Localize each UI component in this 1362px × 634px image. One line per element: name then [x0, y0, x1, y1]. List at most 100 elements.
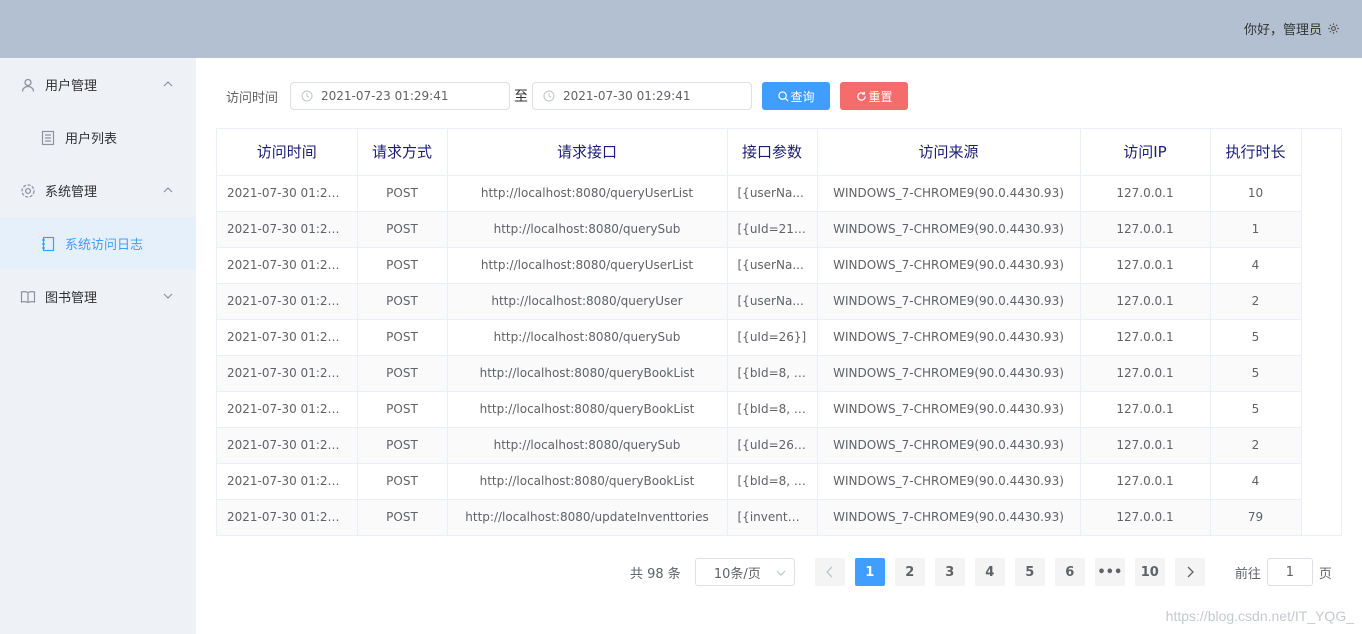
start-date-picker[interactable]: 2021-07-23 01:29:41 — [290, 82, 511, 110]
filter-bar: 访问时间 2021-07-23 01:29:41 至 2021-07-30 01… — [226, 82, 909, 110]
sidebar-item-user-list[interactable]: 用户列表 — [0, 111, 196, 164]
page-button[interactable]: 2 — [894, 558, 925, 586]
column-header[interactable]: 访问时间 — [217, 129, 358, 176]
table-cell: POST — [357, 319, 448, 356]
search-icon — [777, 90, 789, 102]
menu-book-management[interactable]: 图书管理 — [0, 270, 196, 323]
table-cell: WINDOWS_7-CHROME9(90.0.4430.93) — [817, 211, 1081, 248]
table-row[interactable]: 2021-07-30 01:29:26 POST http://localhost:… — [217, 247, 1302, 284]
table-cell: http://localhost:8080/queryUser — [447, 283, 728, 320]
end-date-picker[interactable]: 2021-07-30 01:29:41 — [532, 82, 753, 110]
goto-page-input[interactable]: 1 — [1266, 558, 1313, 586]
table-cell: http://localhost:8080/queryUserList — [447, 247, 728, 284]
table-cell: 127.0.0.1 — [1080, 283, 1211, 320]
table-cell: 127.0.0.1 — [1080, 355, 1211, 392]
table-header-row: 访问时间 请求方式 请求接口 接口参数 访问来源 访问IP 执行时长 — [217, 129, 1302, 176]
table-row[interactable]: 2021-07-30 01:29:28 POST http://localhost:… — [217, 175, 1302, 212]
column-header[interactable]: 请求方式 — [357, 129, 448, 176]
table-cell: 2 — [1210, 427, 1302, 464]
start-date-value: 2021-07-23 01:29:41 — [321, 89, 449, 103]
page-button[interactable]: 6 — [1054, 558, 1085, 586]
chevron-down-icon — [776, 570, 786, 576]
chevron-right-icon — [1187, 566, 1194, 578]
table-cell: 127.0.0.1 — [1080, 391, 1211, 428]
page-button[interactable]: 3 — [934, 558, 965, 586]
table-cell: 79 — [1210, 499, 1302, 535]
table-row[interactable]: 2021-07-30 01:28:48 POST http://localhost:… — [217, 499, 1302, 535]
page-button[interactable]: 4 — [974, 558, 1005, 586]
table-cell: 5 — [1210, 355, 1302, 392]
document-icon — [40, 130, 56, 146]
table-row[interactable]: 2021-07-30 01:28:49 POST http://localhost:… — [217, 463, 1302, 500]
page-button[interactable]: 1 — [854, 558, 885, 586]
page-button[interactable]: 5 — [1014, 558, 1045, 586]
submenu-label: 用户列表 — [65, 132, 118, 147]
table-cell: http://localhost:8080/queryUserList — [447, 175, 728, 212]
watermark: https://blog.csdn.net/IT_YQG_ — [1165, 608, 1354, 624]
column-header[interactable]: 访问来源 — [817, 129, 1081, 176]
table-cell: POST — [357, 247, 448, 284]
gear-icon — [20, 183, 36, 199]
next-page-button[interactable] — [1174, 558, 1205, 586]
table-cell: WINDOWS_7-CHROME9(90.0.4430.93) — [817, 499, 1081, 535]
table-cell: 2021-07-30 01:28:49 — [217, 463, 358, 500]
table-cell: http://localhost:8080/querySub — [447, 211, 728, 248]
table-cell: [{bId=8, p... — [727, 391, 818, 428]
menu-user-management[interactable]: 用户管理 — [0, 58, 196, 111]
table-row[interactable]: 2021-07-30 01:29:03 POST http://localhost:… — [217, 319, 1302, 356]
gear-icon[interactable] — [1327, 22, 1340, 35]
table-cell: 2021-07-30 01:29:24 — [217, 283, 358, 320]
date-separator: 至 — [514, 89, 529, 105]
table-cell: WINDOWS_7-CHROME9(90.0.4430.93) — [817, 463, 1081, 500]
table-cell: POST — [357, 499, 448, 535]
sidebar-item-access-log[interactable]: 系统访问日志 — [0, 217, 196, 270]
table-row[interactable]: 2021-07-30 01:28:49 POST http://localhost:… — [217, 427, 1302, 464]
table-row[interactable]: 2021-07-30 01:29:24 POST http://localhost:… — [217, 283, 1302, 320]
table-cell: POST — [357, 427, 448, 464]
reset-button-label: 重置 — [868, 89, 893, 104]
table-cell: 4 — [1210, 463, 1302, 500]
column-header[interactable]: 访问IP — [1080, 129, 1211, 176]
reset-button[interactable]: 重置 — [840, 82, 909, 110]
table-cell: [{userNa... — [727, 175, 818, 212]
column-header[interactable]: 接口参数 — [727, 129, 818, 176]
table-cell: WINDOWS_7-CHROME9(90.0.4430.93) — [817, 391, 1081, 428]
table-row[interactable]: 2021-07-30 01:29:03 POST http://localhost:… — [217, 391, 1302, 428]
column-header[interactable]: 请求接口 — [447, 129, 728, 176]
table-cell: POST — [357, 391, 448, 428]
page-size-select[interactable]: 10条/页 — [694, 558, 795, 586]
column-header[interactable]: 执行时长 — [1210, 129, 1302, 176]
table-cell: [{userNa... — [727, 283, 818, 320]
table-row[interactable]: 2021-07-30 01:29:03 POST http://localhost:… — [217, 355, 1302, 392]
top-header: 你好，管理员 — [0, 0, 1362, 58]
table-cell: http://localhost:8080/queryBookList — [447, 355, 728, 392]
page-button[interactable]: 10 — [1134, 558, 1165, 586]
search-button[interactable]: 查询 — [762, 82, 831, 110]
table-cell: [{uId=26, ... — [727, 427, 818, 464]
prev-page-button[interactable] — [814, 558, 845, 586]
table-cell: http://localhost:8080/querySub — [447, 319, 728, 356]
goto-suffix: 页 — [1318, 566, 1332, 582]
table-cell: 5 — [1210, 391, 1302, 428]
more-pages-button[interactable]: ••• — [1094, 558, 1125, 586]
table-cell: 1 — [1210, 211, 1302, 248]
table-cell: POST — [357, 283, 448, 320]
log-table: 访问时间 请求方式 请求接口 接口参数 访问来源 访问IP 执行时长 2021-… — [216, 128, 1342, 536]
table-cell: 127.0.0.1 — [1080, 319, 1211, 356]
menu-system-management[interactable]: 系统管理 — [0, 164, 196, 217]
table-cell: http://localhost:8080/queryBookList — [447, 463, 728, 500]
table-cell: WINDOWS_7-CHROME9(90.0.4430.93) — [817, 247, 1081, 284]
table-cell: 127.0.0.1 — [1080, 211, 1211, 248]
table-cell: [{bId=8, p... — [727, 355, 818, 392]
greeting-text: 你好，管理员 — [1243, 23, 1322, 38]
table-cell: WINDOWS_7-CHROME9(90.0.4430.93) — [817, 283, 1081, 320]
table-cell: POST — [357, 355, 448, 392]
total-count: 共 98 条 — [630, 566, 681, 582]
table-row[interactable]: 2021-07-30 01:29:27 POST http://localhost:… — [217, 211, 1302, 248]
user-greeting[interactable]: 你好，管理员 — [1244, 19, 1340, 38]
chevron-up-icon — [163, 187, 173, 193]
search-button-label: 查询 — [790, 89, 815, 104]
table-cell: 4 — [1210, 247, 1302, 284]
table-cell: 2021-07-30 01:29:26 — [217, 247, 358, 284]
end-date-value: 2021-07-30 01:29:41 — [563, 89, 691, 103]
